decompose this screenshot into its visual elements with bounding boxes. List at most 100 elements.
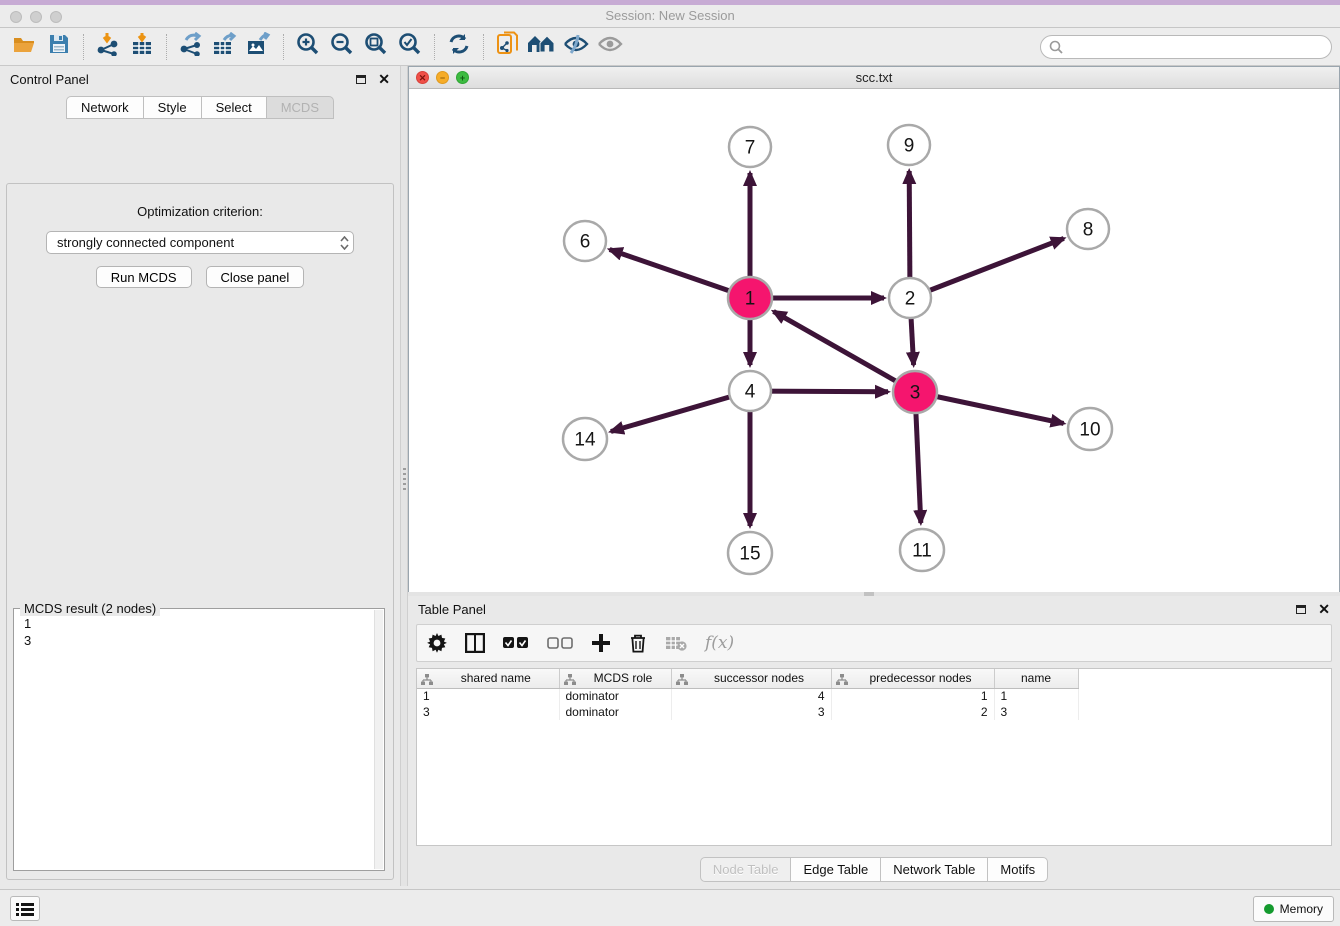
graph-node-1[interactable]: 1 <box>728 277 772 319</box>
table-options-button[interactable] <box>427 630 447 656</box>
cell-successor-nodes[interactable]: 4 <box>671 688 831 704</box>
graph-node-3[interactable]: 3 <box>893 371 937 413</box>
import-network-button[interactable] <box>91 32 125 62</box>
save-session-button[interactable] <box>42 32 76 62</box>
table-row[interactable]: 3 dominator 3 2 3 <box>417 704 1078 720</box>
graph-node-9[interactable]: 9 <box>888 125 930 165</box>
cell-mcds-role[interactable]: dominator <box>559 688 671 704</box>
zoom-selected-icon <box>398 32 422 61</box>
cell-successor-nodes[interactable]: 3 <box>671 704 831 720</box>
delete-table-button[interactable] <box>665 630 687 656</box>
column-header-name[interactable]: name <box>994 669 1078 688</box>
memory-button[interactable]: Memory <box>1253 896 1334 922</box>
show-all-button[interactable] <box>593 32 627 62</box>
table-delete-icon <box>665 635 687 651</box>
svg-text:15: 15 <box>739 544 760 565</box>
table-row[interactable]: 1 dominator 4 1 1 <box>417 688 1078 704</box>
deselect-all-button[interactable] <box>547 630 573 656</box>
float-panel-icon[interactable] <box>1296 605 1306 614</box>
create-column-button[interactable] <box>591 630 611 656</box>
new-network-from-selection-button[interactable] <box>491 32 525 62</box>
cell-predecessor-nodes[interactable]: 1 <box>831 688 994 704</box>
network-canvas[interactable]: 1 2 3 4 6 7 8 9 10 11 14 15 <box>409 89 1339 592</box>
hide-selected-button[interactable] <box>559 32 593 62</box>
export-table-button[interactable] <box>208 32 242 62</box>
cell-mcds-role[interactable]: dominator <box>559 704 671 720</box>
tab-network[interactable]: Network <box>66 96 143 119</box>
graph-node-10[interactable]: 10 <box>1068 408 1112 450</box>
graph-node-4[interactable]: 4 <box>729 371 771 411</box>
mcds-result-box: MCDS result (2 nodes) 1 3 <box>13 608 385 871</box>
export-image-icon <box>246 32 272 61</box>
fit-content-button[interactable] <box>359 32 393 62</box>
delete-column-button[interactable] <box>629 630 647 656</box>
hierarchy-icon <box>836 674 848 685</box>
graph-node-8[interactable]: 8 <box>1067 209 1109 249</box>
zoom-in-button[interactable] <box>291 32 325 62</box>
edge-3-1[interactable] <box>774 311 916 392</box>
result-scrollbar[interactable] <box>374 610 383 869</box>
export-network-button[interactable] <box>174 32 208 62</box>
export-table-icon <box>212 32 238 61</box>
cell-predecessor-nodes[interactable]: 2 <box>831 704 994 720</box>
run-mcds-button[interactable]: Run MCDS <box>96 266 192 288</box>
search-field[interactable] <box>1040 35 1332 59</box>
edge-2-8[interactable] <box>910 238 1064 298</box>
graph-node-2[interactable]: 2 <box>889 278 931 318</box>
vertical-splitter[interactable] <box>400 66 408 886</box>
tab-motifs[interactable]: Motifs <box>987 857 1048 882</box>
close-panel-button[interactable]: Close panel <box>206 266 305 288</box>
optimization-criterion-select[interactable]: strongly connected component <box>46 231 354 254</box>
svg-text:14: 14 <box>574 430 596 451</box>
zoom-out-button[interactable] <box>325 32 359 62</box>
checked-boxes-icon <box>503 637 529 650</box>
zoom-in-icon <box>296 32 320 61</box>
cell-name[interactable]: 1 <box>994 688 1078 704</box>
tab-network-table[interactable]: Network Table <box>880 857 987 882</box>
cell-shared-name[interactable]: 1 <box>417 688 559 704</box>
tab-style[interactable]: Style <box>143 96 201 119</box>
table-panel-title: Table Panel <box>418 602 486 617</box>
tab-node-table[interactable]: Node Table <box>700 857 791 882</box>
toolbar-separator <box>83 34 84 60</box>
network-window-titlebar[interactable]: ✕ − + scc.txt <box>409 67 1339 89</box>
column-header-successor-nodes[interactable]: successor nodes <box>671 669 831 688</box>
close-panel-icon[interactable]: ✕ <box>1318 602 1330 616</box>
graph-node-11[interactable]: 11 <box>900 529 944 571</box>
column-header-mcds-role[interactable]: MCDS role <box>559 669 671 688</box>
zoom-selected-button[interactable] <box>393 32 427 62</box>
graph-node-14[interactable]: 14 <box>563 418 607 460</box>
search-input[interactable] <box>1068 40 1323 54</box>
cell-name[interactable]: 3 <box>994 704 1078 720</box>
status-bar: Memory <box>0 889 1340 926</box>
network-graph[interactable]: 1 2 3 4 6 7 8 9 10 11 14 15 <box>409 89 1339 592</box>
tab-mcds[interactable]: MCDS <box>266 96 334 119</box>
graph-node-6[interactable]: 6 <box>564 221 606 261</box>
column-header-shared-name[interactable]: shared name <box>417 669 559 688</box>
first-neighbors-button[interactable] <box>525 32 559 62</box>
chevron-updown-icon <box>340 236 349 250</box>
float-panel-icon[interactable] <box>356 75 366 84</box>
mcds-panel: Optimization criterion: strongly connect… <box>6 183 394 880</box>
unchecked-boxes-icon <box>547 637 573 650</box>
cell-shared-name[interactable]: 3 <box>417 704 559 720</box>
import-table-button[interactable] <box>125 32 159 62</box>
open-folder-icon <box>12 33 38 60</box>
tab-edge-table[interactable]: Edge Table <box>790 857 880 882</box>
apply-layout-button[interactable] <box>442 32 476 62</box>
task-history-button[interactable] <box>10 896 40 921</box>
tab-select[interactable]: Select <box>201 96 266 119</box>
gear-icon <box>427 633 447 653</box>
close-panel-icon[interactable]: ✕ <box>378 72 390 86</box>
show-column-button[interactable] <box>465 630 485 656</box>
open-session-button[interactable] <box>8 32 42 62</box>
function-builder-button[interactable]: f(x) <box>705 630 734 656</box>
graph-node-7[interactable]: 7 <box>729 127 771 167</box>
graph-node-15[interactable]: 15 <box>728 532 772 574</box>
control-panel: Control Panel ✕ Network Style Select MCD… <box>0 66 400 886</box>
splitter-grip[interactable] <box>403 468 406 490</box>
hierarchy-icon <box>421 674 433 685</box>
export-image-button[interactable] <box>242 32 276 62</box>
column-header-predecessor-nodes[interactable]: predecessor nodes <box>831 669 994 688</box>
select-all-button[interactable] <box>503 630 529 656</box>
